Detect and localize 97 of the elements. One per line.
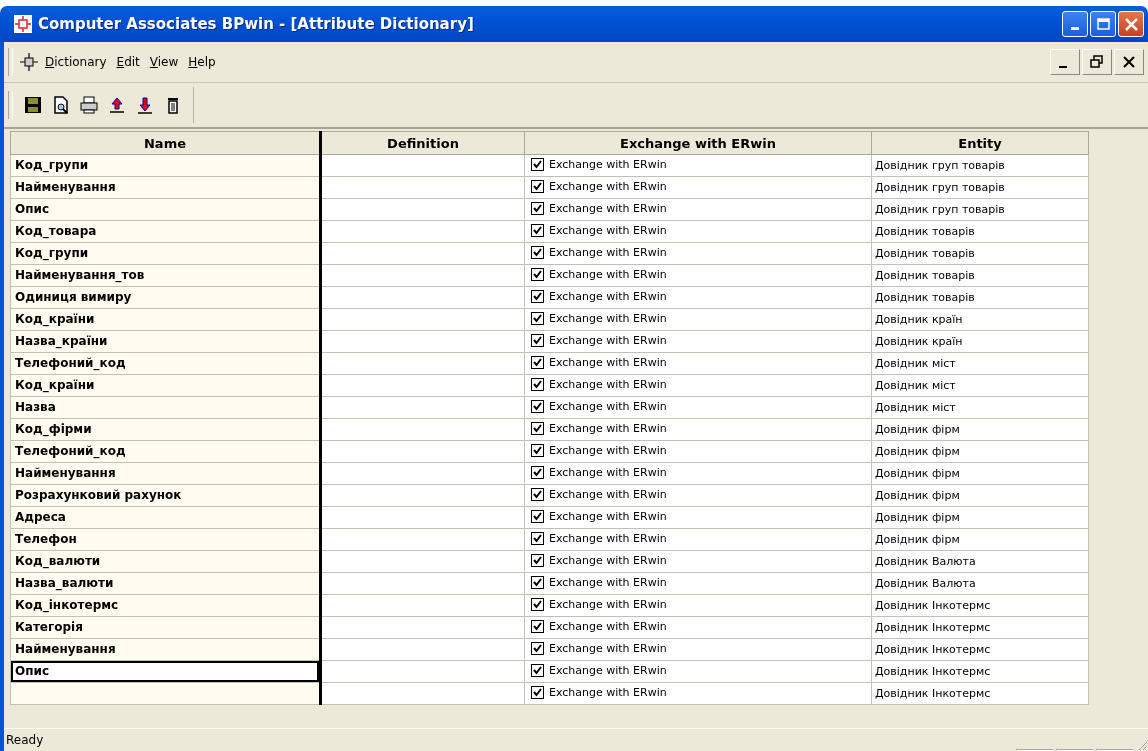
column-header[interactable]: Name [10, 131, 321, 155]
restore-icon [1090, 55, 1104, 69]
checkbox[interactable] [531, 268, 544, 281]
checkbox[interactable] [531, 356, 544, 369]
checkbox[interactable] [531, 180, 544, 193]
checkbox[interactable] [531, 686, 544, 699]
entity-cell: Довідник груп товарів [871, 154, 1089, 177]
close-icon [1122, 55, 1136, 69]
checkbox[interactable] [531, 334, 544, 347]
menu-item[interactable]: Dictionary [41, 53, 111, 71]
entity-cell: Довідник груп товарів [871, 198, 1089, 221]
entity-cell: Довідник Інкотермс [871, 594, 1089, 617]
name-cell[interactable]: Код_країни [11, 309, 319, 330]
checkbox[interactable] [531, 224, 544, 237]
entity-cell: Довідник Інкотермс [871, 616, 1089, 639]
name-cell[interactable]: Опис [11, 661, 319, 682]
status-text: Ready [6, 733, 44, 747]
menu-item[interactable]: View [145, 53, 183, 71]
checkbox[interactable] [531, 378, 544, 391]
name-cell[interactable]: Код_товара [11, 221, 319, 242]
app-logo-icon [19, 52, 39, 72]
entity-cell: Довідник товарів [871, 286, 1089, 309]
name-cell[interactable]: Телефоний_код [11, 441, 319, 462]
name-cell[interactable]: Опис [11, 199, 319, 220]
entity-cell: Довідник фірм [871, 440, 1089, 463]
entity-cell: Довідник фірм [871, 528, 1089, 551]
entity-cell: Довідник Інкотермс [871, 682, 1089, 705]
checkbox[interactable] [531, 576, 544, 589]
checkbox[interactable] [531, 246, 544, 259]
checkbox[interactable] [531, 202, 544, 215]
name-cell[interactable]: Код_групи [11, 155, 319, 176]
menu-item[interactable]: Edit [112, 53, 144, 71]
name-cell[interactable]: Телефоний_код [11, 353, 319, 374]
checkbox[interactable] [531, 642, 544, 655]
name-cell[interactable]: Найменування_тов [11, 265, 319, 286]
entity-cell: Довідник Валюта [871, 572, 1089, 595]
name-cell[interactable]: Найменування [11, 639, 319, 660]
minimize-icon [1059, 66, 1067, 68]
checkbox[interactable] [531, 290, 544, 303]
name-cell[interactable]: Найменування [11, 463, 319, 484]
entity-cell: Довідник Інкотермс [871, 660, 1089, 683]
entity-cell: Довідник фірм [871, 506, 1089, 529]
maximize-button[interactable] [1090, 11, 1116, 37]
entity-cell: Довідник міст [871, 396, 1089, 419]
checkbox[interactable] [531, 598, 544, 611]
resize-grip-icon[interactable] [1136, 739, 1148, 751]
entity-cell: Довідник Валюта [871, 550, 1089, 573]
checkbox[interactable] [531, 466, 544, 479]
minimize-button[interactable] [1050, 49, 1080, 75]
name-cell[interactable]: Код_країни [11, 375, 319, 396]
checkbox[interactable] [531, 554, 544, 567]
checkbox[interactable] [531, 510, 544, 523]
entity-cell: Довідник Інкотермс [871, 638, 1089, 661]
app-logo-icon [14, 15, 32, 33]
entity-cell: Довідник міст [871, 374, 1089, 397]
entity-cell: Довідник товарів [871, 220, 1089, 243]
column-header[interactable]: Exchange with ERwin [524, 131, 872, 155]
name-cell[interactable]: Код_групи [11, 243, 319, 264]
column-header[interactable]: Definition [320, 131, 525, 155]
name-cell[interactable]: Код_валюти [11, 551, 319, 572]
minimize-icon [1071, 26, 1079, 30]
checkbox[interactable] [531, 532, 544, 545]
menu-item[interactable]: Help [184, 53, 220, 71]
name-cell[interactable]: Код_інкотермс [11, 595, 319, 616]
printer-icon[interactable] [77, 93, 101, 117]
name-cell[interactable]: Категорія [11, 617, 319, 638]
name-cell[interactable]: Одиниця вимиру [11, 287, 319, 308]
column-header[interactable]: Entity [871, 131, 1089, 155]
entity-cell: Довідник фірм [871, 484, 1089, 507]
entity-cell: Довідник міст [871, 352, 1089, 375]
window-title: Computer Associates BPwin - [Attribute Dictionary] [38, 15, 474, 33]
entity-cell: Довідник товарів [871, 264, 1089, 287]
checkbox[interactable] [531, 422, 544, 435]
name-cell[interactable]: Найменування [11, 177, 319, 198]
name-cell[interactable]: Назва_країни [11, 331, 319, 352]
close-button[interactable] [1114, 49, 1144, 75]
entity-cell: Довідник товарів [871, 242, 1089, 265]
entity-cell: Довідник країн [871, 330, 1089, 353]
restore-button[interactable] [1082, 49, 1112, 75]
name-cell[interactable]: Назва [11, 397, 319, 418]
name-cell[interactable]: Телефон [11, 529, 319, 550]
name-cell[interactable]: Назва_валюти [11, 573, 319, 594]
entity-cell: Довідник фірм [871, 418, 1089, 441]
checkbox[interactable] [531, 158, 544, 171]
checkbox[interactable] [531, 488, 544, 501]
name-cell[interactable]: Розрахунковий рахунок [11, 485, 319, 506]
minimize-button[interactable] [1062, 11, 1088, 37]
entity-cell: Довідник груп товарів [871, 176, 1089, 199]
checkbox[interactable] [531, 620, 544, 633]
checkbox[interactable] [531, 400, 544, 413]
entity-cell: Довідник фірм [871, 462, 1089, 485]
checkbox[interactable] [531, 444, 544, 457]
name-cell[interactable]: Код_фірми [11, 419, 319, 440]
name-cell[interactable]: Адреса [11, 507, 319, 528]
checkbox[interactable] [531, 664, 544, 677]
entity-cell: Довідник країн [871, 308, 1089, 331]
checkbox[interactable] [531, 312, 544, 325]
